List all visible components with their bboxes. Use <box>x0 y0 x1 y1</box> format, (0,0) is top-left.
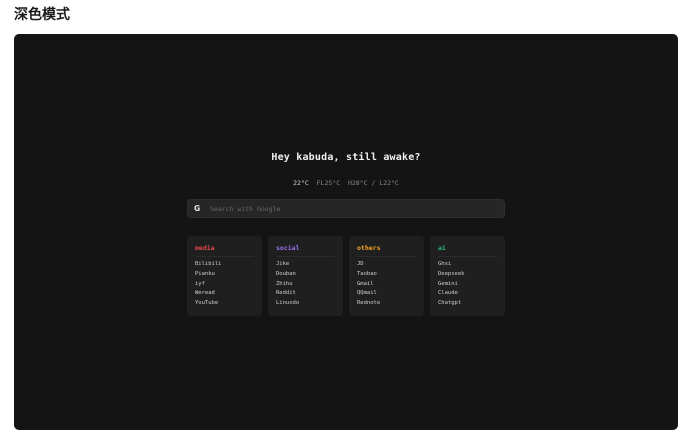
weather-high: H28°C <box>347 179 368 187</box>
dark-mode-preview: Hey kabuda, still awake? 22°C FL25°C H28… <box>14 34 678 430</box>
weather-info: 22°C FL25°C H28°C / L22°C <box>14 179 678 187</box>
card-ai: ai Ghxi Deepseek Gemini Claude Chatgpt <box>430 236 505 316</box>
link-gemini[interactable]: Gemini <box>438 280 497 290</box>
card-title-others: others <box>357 244 416 257</box>
link-claude[interactable]: Claude <box>438 289 497 299</box>
link-cards: media Bilibili Pianku iyf Weread YouTube… <box>187 236 505 316</box>
card-title-media: media <box>195 244 254 257</box>
weather-low: L22°C <box>379 179 399 187</box>
link-douban[interactable]: Douban <box>276 270 335 280</box>
link-jd[interactable]: JD <box>357 260 416 270</box>
link-ghxi[interactable]: Ghxi <box>438 260 497 270</box>
greeting-text: Hey kabuda, still awake? <box>271 152 421 163</box>
page-heading: 深色模式 <box>14 7 70 23</box>
card-others: others JD Taobao Gmail QQmail Rednote <box>349 236 424 316</box>
card-title-social: social <box>276 244 335 257</box>
search-input[interactable] <box>210 202 490 215</box>
weather-feels-like: FL25°C <box>316 179 341 187</box>
google-g-icon: G <box>194 204 201 213</box>
link-jike[interactable]: Jike <box>276 260 335 270</box>
link-gmail[interactable]: Gmail <box>357 280 416 290</box>
link-weread[interactable]: Weread <box>195 289 254 299</box>
link-iyf[interactable]: iyf <box>195 280 254 290</box>
card-social: social Jike Douban Zhihu Reddit Linuxdo <box>268 236 343 316</box>
link-zhihu[interactable]: Zhihu <box>276 280 335 290</box>
weather-separator: / <box>371 179 376 187</box>
link-bilibili[interactable]: Bilibili <box>195 260 254 270</box>
link-chatgpt[interactable]: Chatgpt <box>438 299 497 309</box>
link-reddit[interactable]: Reddit <box>276 289 335 299</box>
search-bar[interactable]: G <box>187 199 505 218</box>
card-title-ai: ai <box>438 244 497 257</box>
link-linuxdo[interactable]: Linuxdo <box>276 299 335 309</box>
link-youtube[interactable]: YouTube <box>195 299 254 309</box>
link-rednote[interactable]: Rednote <box>357 299 416 309</box>
link-taobao[interactable]: Taobao <box>357 270 416 280</box>
card-media: media Bilibili Pianku iyf Weread YouTube <box>187 236 262 316</box>
link-deepseek[interactable]: Deepseek <box>438 270 497 280</box>
link-qqmail[interactable]: QQmail <box>357 289 416 299</box>
weather-temp: 22°C <box>293 179 309 187</box>
link-pianku[interactable]: Pianku <box>195 270 254 280</box>
